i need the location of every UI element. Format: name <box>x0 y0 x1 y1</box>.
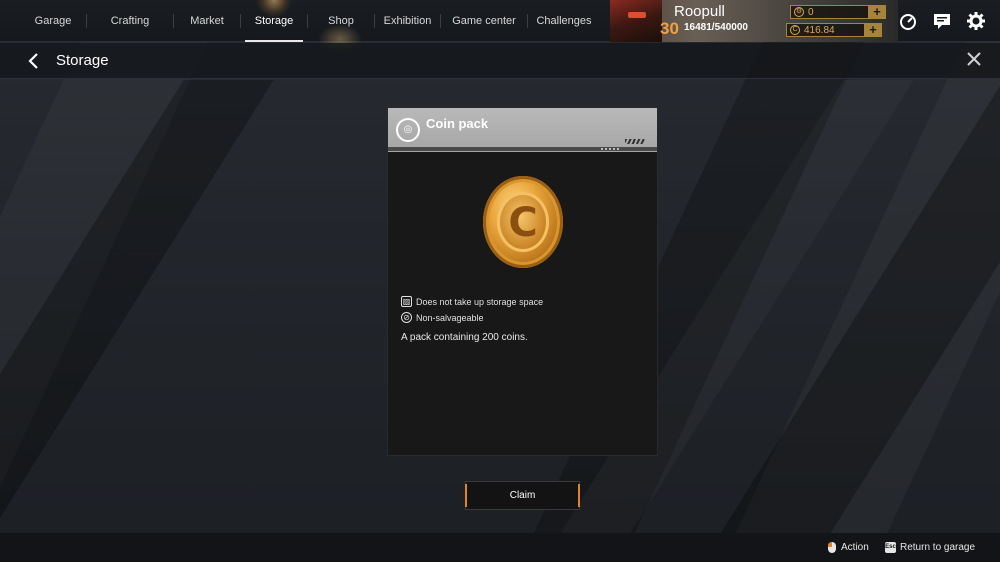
nav-tab-label: Exhibition <box>383 15 432 27</box>
avatar-visor <box>628 12 646 18</box>
return-to-garage-hint[interactable]: Esc Return to garage <box>885 542 975 553</box>
claim-button-label: Claim <box>509 490 536 501</box>
page-header: Storage <box>0 43 1000 79</box>
mouse-icon <box>828 542 836 553</box>
item-card-header: ◎ Coin pack <box>388 108 657 152</box>
nav-tab-label: Storage <box>254 15 294 27</box>
header-dots <box>601 148 619 150</box>
nav-tab-label: Challenges <box>536 15 592 27</box>
nav-tab-market[interactable]: Market <box>174 0 240 42</box>
action-hint-label: Action <box>841 542 869 553</box>
page-title: Storage <box>56 52 109 69</box>
item-title: Coin pack <box>426 116 489 131</box>
no-storage-icon: ▨ <box>401 296 412 307</box>
currency-coins: C 416.84 + <box>786 23 882 37</box>
close-icon[interactable] <box>964 51 984 71</box>
coin-emblem-icon: C <box>497 192 549 252</box>
claim-button[interactable]: Claim <box>465 481 580 510</box>
nav-tab-storage[interactable]: Storage <box>241 0 307 42</box>
settings-gear-icon[interactable] <box>966 11 986 31</box>
footer-bar: Action Esc Return to garage <box>0 533 1000 562</box>
nav-tab-label: Crafting <box>110 15 150 27</box>
property-non-salvageable: ⊘ Non-salvageable <box>401 312 484 323</box>
esc-key-icon: Esc <box>885 542 896 553</box>
action-hint[interactable]: Action <box>828 542 869 553</box>
currency-gears: ⚙ 0 + <box>790 5 886 19</box>
currency-coins-value: 416.84 <box>804 24 835 36</box>
player-level: 30 <box>660 19 679 38</box>
player-xp: 16481/540000 <box>684 22 748 33</box>
nav-tab-challenges[interactable]: Challenges <box>528 0 600 42</box>
nav-tab-label: Garage <box>34 15 72 27</box>
back-chevron-icon[interactable] <box>24 51 44 71</box>
coin-pack-icon: ◎ <box>396 118 420 142</box>
nav-tab-garage[interactable]: Garage <box>20 0 86 42</box>
add-coins-button[interactable]: + <box>864 23 882 37</box>
nav-tab-exhibition[interactable]: Exhibition <box>375 0 440 42</box>
chat-icon[interactable] <box>932 11 952 31</box>
avatar <box>610 0 662 42</box>
currency-gears-value: 0 <box>808 6 814 18</box>
nav-tab-game-center[interactable]: Game center <box>441 0 527 42</box>
nav-tab-crafting[interactable]: Crafting <box>87 0 173 42</box>
coin-icon: C <box>790 25 800 35</box>
player-name: Roopull <box>674 3 725 20</box>
return-hint-label: Return to garage <box>900 542 976 553</box>
nav-tab-label: Game center <box>452 15 516 27</box>
player-profile[interactable]: 30 Roopull 16481/540000 ⚙ 0 + C 416.84 + <box>610 0 898 42</box>
non-salvageable-icon: ⊘ <box>401 312 412 323</box>
item-description: A pack containing 200 coins. <box>401 332 528 343</box>
add-currency-button[interactable]: + <box>868 5 886 19</box>
item-card: ◎ Coin pack C ▨ Does not take up storage… <box>387 107 658 456</box>
speedometer-icon[interactable] <box>898 11 918 31</box>
coin-image: C <box>483 176 563 268</box>
property-text: Does not take up storage space <box>416 296 544 307</box>
property-text: Non-salvageable <box>416 312 484 323</box>
property-no-storage: ▨ Does not take up storage space <box>401 296 543 307</box>
nav-tab-label: Market <box>190 15 224 27</box>
gear-coin-icon: ⚙ <box>794 7 804 17</box>
header-decoration <box>625 139 645 144</box>
main-nav: Garage Crafting Market Storage Shop Exhi… <box>20 0 600 42</box>
top-nav-bar: Garage Crafting Market Storage Shop Exhi… <box>0 0 1000 54</box>
